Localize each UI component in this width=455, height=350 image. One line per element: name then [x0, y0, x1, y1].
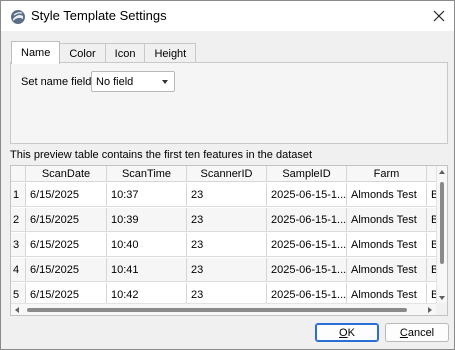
- vertical-scrollbar[interactable]: [436, 166, 447, 304]
- row-number: 1: [11, 183, 26, 206]
- table-cell: Almonds Test: [347, 258, 427, 281]
- table-cell: 10:39: [107, 208, 187, 231]
- table-cell: Almonds Test: [347, 208, 427, 231]
- table-cell: 6/15/2025: [26, 258, 107, 281]
- name-tab-panel: Set name field No field: [10, 62, 448, 144]
- table-cell: 2025-06-15-1...: [267, 208, 347, 231]
- table-cell: 23: [187, 233, 267, 256]
- tab-height[interactable]: Height: [144, 43, 197, 64]
- cancel-button[interactable]: Cancel: [385, 323, 449, 342]
- vertical-scroll-thumb[interactable]: [440, 182, 444, 264]
- tab-color[interactable]: Color: [59, 43, 106, 64]
- window-title: Style Template Settings: [31, 8, 167, 23]
- table-row[interactable]: 2 6/15/2025 10:39 23 2025-06-15-1... Alm…: [11, 208, 447, 232]
- table-cell: 6/15/2025: [26, 208, 107, 231]
- table-cell: 6/15/2025: [26, 233, 107, 256]
- scroll-right-icon[interactable]: [428, 307, 432, 313]
- table-cell: 23: [187, 258, 267, 281]
- column-header[interactable]: ScannerID: [187, 166, 267, 181]
- table-cell: 10:37: [107, 183, 187, 206]
- ok-button[interactable]: OK: [315, 323, 379, 342]
- cancel-mnemonic: C: [399, 326, 408, 339]
- table-cell: 6/15/2025: [26, 183, 107, 206]
- table-header: ScanDate ScanTime ScannerID SampleID Far…: [11, 166, 447, 182]
- row-number: 3: [11, 233, 26, 256]
- tab-bar: Name Color Icon Height: [11, 41, 197, 64]
- table-cell: 23: [187, 208, 267, 231]
- row-number: 2: [11, 208, 26, 231]
- column-header[interactable]: Farm: [347, 166, 427, 181]
- name-field-label: Set name field: [21, 76, 92, 88]
- name-field-value: No field: [96, 75, 134, 88]
- title-bar: Style Template Settings: [1, 1, 454, 31]
- table-cell: Almonds Test: [347, 233, 427, 256]
- style-template-dialog: Style Template Settings Name Color Icon …: [0, 0, 455, 350]
- preview-note: This preview table contains the first te…: [10, 149, 313, 161]
- table-cell: 2025-06-15-1...: [267, 183, 347, 206]
- table-cell: 2025-06-15-1...: [267, 258, 347, 281]
- table-row[interactable]: 1 6/15/2025 10:37 23 2025-06-15-1... Alm…: [11, 183, 447, 207]
- scroll-down-icon[interactable]: [439, 296, 445, 300]
- preview-table: ScanDate ScanTime ScannerID SampleID Far…: [10, 165, 448, 316]
- close-icon: [433, 10, 445, 22]
- close-button[interactable]: [424, 1, 454, 31]
- name-field-select[interactable]: No field: [91, 71, 175, 92]
- ok-label: K: [347, 326, 355, 339]
- horizontal-scrollbar[interactable]: [11, 303, 436, 315]
- ok-mnemonic: O: [339, 326, 348, 339]
- table-cell: 2025-06-15-1...: [267, 233, 347, 256]
- scroll-left-icon[interactable]: [15, 307, 19, 313]
- row-number-header: [11, 166, 26, 181]
- column-header[interactable]: SampleID: [267, 166, 347, 181]
- table-cell: 10:40: [107, 233, 187, 256]
- horizontal-scroll-thumb[interactable]: [27, 308, 407, 312]
- scrollbar-corner: [436, 303, 447, 315]
- table-row[interactable]: 4 6/15/2025 10:41 23 2025-06-15-1... Alm…: [11, 258, 447, 282]
- chevron-down-icon: [162, 80, 168, 84]
- column-header[interactable]: ScanTime: [107, 166, 187, 181]
- table-cell: Almonds Test: [347, 183, 427, 206]
- column-header[interactable]: ScanDate: [26, 166, 107, 181]
- tab-name[interactable]: Name: [11, 41, 61, 64]
- table-cell: 23: [187, 183, 267, 206]
- table-row[interactable]: 3 6/15/2025 10:40 23 2025-06-15-1... Alm…: [11, 233, 447, 257]
- table-cell: 10:41: [107, 258, 187, 281]
- scroll-up-icon[interactable]: [439, 170, 445, 174]
- app-logo-icon: [11, 10, 25, 24]
- row-number: 4: [11, 258, 26, 281]
- cancel-label: ancel: [407, 326, 435, 339]
- tab-icon[interactable]: Icon: [104, 43, 146, 64]
